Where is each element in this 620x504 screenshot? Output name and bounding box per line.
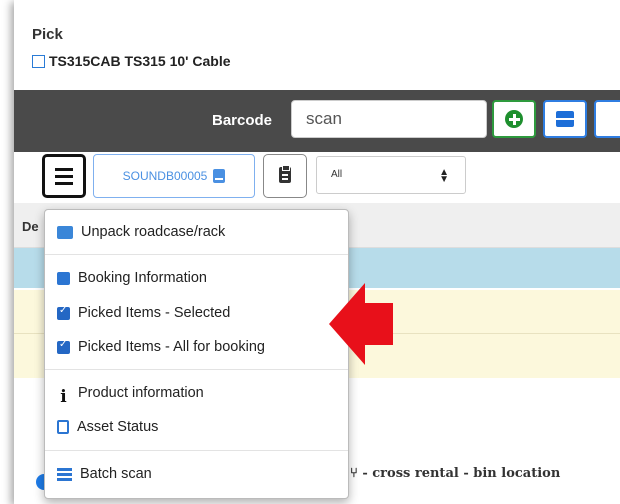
menu-item-label: Picked Items - Selected [78,305,231,321]
sort-arrows-icon: ▲ ▼ [439,167,449,185]
product-checkbox[interactable] [32,54,45,68]
note-icon [57,271,70,285]
legend: ⑂ - cross rental - bin location [350,466,560,481]
add-button[interactable] [492,100,536,138]
clipboard-check-icon [57,305,70,320]
product-line: TS315CAB TS315 10' Cable [32,53,231,69]
box-button[interactable] [543,100,587,138]
hamburger-icon-bar [55,182,73,185]
menu-divider [45,369,348,370]
list-icon [57,467,72,481]
menu-item-label: Booking Information [78,270,207,286]
actions-dropdown-menu: Unpack roadcase/rack Booking Information… [44,209,349,499]
branch-icon: ⑂ [350,466,358,481]
info-icon: i [60,386,67,407]
menu-item-booking-information[interactable]: Booking Information [57,268,207,288]
menu-item-label: Batch scan [80,466,152,482]
menu-item-picked-selected[interactable]: Picked Items - Selected [57,303,230,323]
menu-divider [45,254,348,255]
filter-value: All [331,169,343,180]
menu-item-picked-all[interactable]: Picked Items - All for booking [57,337,265,357]
box-icon [556,111,574,127]
barcode-label: Barcode [212,112,273,129]
file-icon [57,420,69,434]
menu-item-label: Asset Status [77,419,159,435]
red-arrow-icon [329,283,393,365]
product-name: TS315CAB TS315 10' Cable [49,53,231,69]
plus-circle-icon [505,110,523,128]
menu-item-unpack[interactable]: Unpack roadcase/rack [57,222,225,242]
menu-item-label: Product information [78,385,204,401]
boxes-icon [57,225,73,239]
hamburger-icon-bar [55,175,73,178]
booking-button[interactable]: SOUNDB00005 [93,154,255,198]
menu-item-asset-status[interactable]: Asset Status [57,417,158,437]
document-icon [213,169,226,183]
page-title: Pick [32,26,63,43]
legend-text: - cross rental - bin location [362,466,561,481]
menu-toggle-button[interactable] [42,154,86,198]
table-header-label: De [22,219,39,234]
booking-code: SOUNDB00005 [122,169,208,183]
hamburger-icon [55,168,73,171]
menu-item-label: Picked Items - All for booking [78,339,265,355]
menu-item-label: Unpack roadcase/rack [81,224,226,240]
menu-item-product-information[interactable]: i Product information [57,383,204,407]
clipboard-icon [279,165,291,183]
menu-divider [45,450,348,451]
extra-button[interactable] [594,100,620,138]
barcode-input[interactable] [291,100,487,138]
clipboard-button[interactable] [263,154,307,198]
filter-select[interactable]: All ▲ ▼ [316,156,466,194]
menu-item-batch-scan[interactable]: Batch scan [57,464,152,484]
clipboard-check-icon [57,339,70,354]
